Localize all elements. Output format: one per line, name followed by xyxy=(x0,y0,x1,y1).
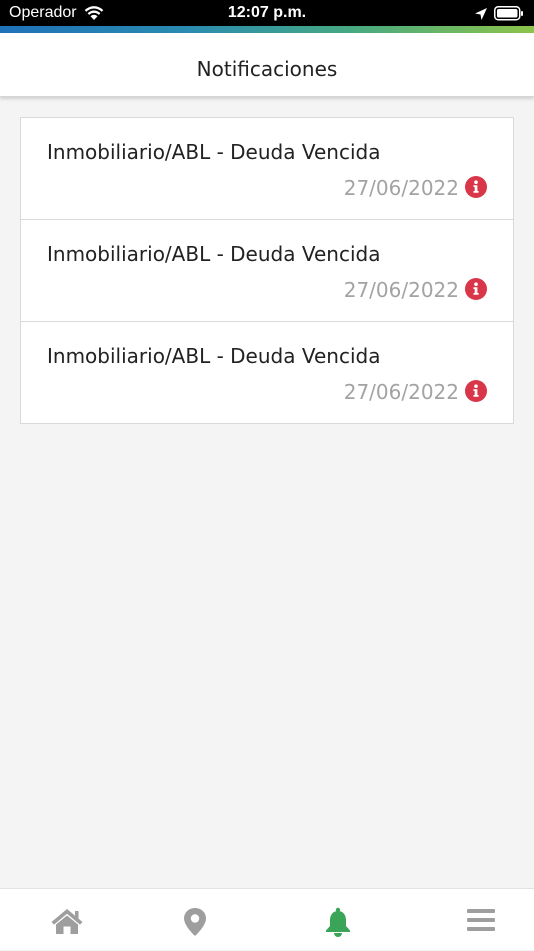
tab-home[interactable] xyxy=(0,889,134,951)
home-icon xyxy=(51,909,83,934)
location-arrow-icon xyxy=(474,6,488,25)
brand-gradient-strip xyxy=(0,26,534,33)
page-title: Notificaciones xyxy=(196,57,338,81)
notifications-list: Inmobiliario/ABL - Deuda Vencida 27/06/2… xyxy=(20,117,514,424)
notification-title: Inmobiliario/ABL - Deuda Vencida xyxy=(47,242,381,266)
tab-notifications[interactable] xyxy=(271,889,405,951)
status-bar: Operador 12:07 p.m. xyxy=(0,0,534,26)
battery-icon xyxy=(494,6,524,25)
tab-menu[interactable] xyxy=(414,889,534,951)
notification-date: 27/06/2022 xyxy=(343,380,459,404)
info-icon xyxy=(465,278,487,300)
notification-title: Inmobiliario/ABL - Deuda Vencida xyxy=(47,344,381,368)
notification-title: Inmobiliario/ABL - Deuda Vencida xyxy=(47,140,381,164)
clock: 12:07 p.m. xyxy=(227,4,307,21)
tab-map[interactable] xyxy=(128,889,262,951)
notification-item[interactable]: Inmobiliario/ABL - Deuda Vencida 27/06/2… xyxy=(21,322,513,423)
notification-date: 27/06/2022 xyxy=(343,176,459,200)
notification-date: 27/06/2022 xyxy=(343,278,459,302)
notification-item[interactable]: Inmobiliario/ABL - Deuda Vencida 27/06/2… xyxy=(21,118,513,220)
page-header: Notificaciones xyxy=(0,33,534,97)
notification-item[interactable]: Inmobiliario/ABL - Deuda Vencida 27/06/2… xyxy=(21,220,513,322)
info-icon xyxy=(465,380,487,402)
bell-icon xyxy=(326,907,350,937)
map-pin-icon xyxy=(184,908,206,936)
bottom-tab-bar xyxy=(0,888,534,950)
menu-icon xyxy=(467,909,495,931)
info-icon xyxy=(465,176,487,198)
